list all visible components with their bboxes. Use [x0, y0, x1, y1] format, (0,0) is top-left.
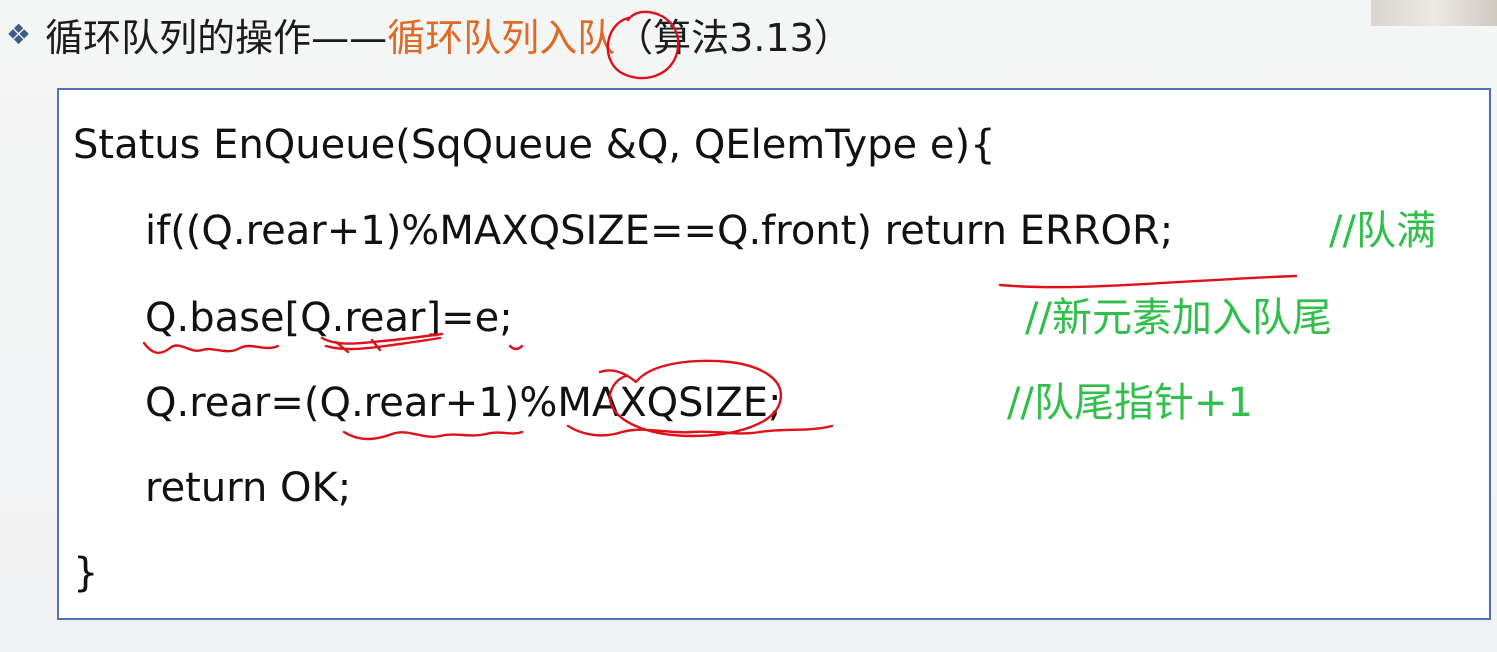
title-accent: 循环队列入队 — [387, 15, 616, 60]
comment-add-to-rear: //新元素加入队尾 — [1025, 295, 1332, 341]
code-block: Status EnQueue(SqQueue &Q, QElemType e){… — [57, 88, 1491, 620]
code-line-return-ok: return OK; — [145, 465, 352, 511]
diamond-bullet-icon: ❖ — [6, 17, 32, 51]
title-algorithm-ref: （算法3.13） — [615, 15, 852, 60]
code-line-full-check: if((Q.rear+1)%MAXQSIZE==Q.front) return … — [145, 208, 1174, 254]
code-line-signature: Status EnQueue(SqQueue &Q, QElemType e){ — [73, 122, 996, 168]
comment-rear-plus-one: //队尾指针+1 — [1007, 380, 1253, 426]
code-line-store-element: Q.base[Q.rear]=e; — [145, 295, 513, 341]
code-line-closing-brace: } — [73, 550, 99, 596]
slide-title: ❖ 循环队列的操作—— 循环队列入队 （算法3.13） — [6, 4, 852, 64]
code-line-advance-rear: Q.rear=(Q.rear+1)%MAXQSIZE; — [145, 380, 782, 426]
comment-queue-full: //队满 — [1329, 208, 1436, 254]
title-text: 循环队列的操作—— — [45, 15, 388, 60]
presenter-video-thumbnail — [1371, 0, 1497, 26]
